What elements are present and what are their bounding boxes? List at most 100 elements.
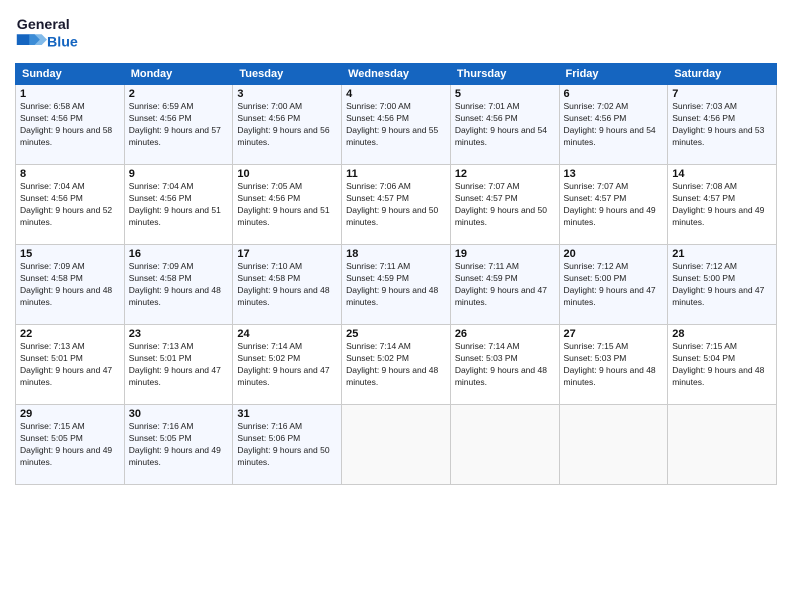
weekday-header-sunday: Sunday <box>16 64 125 85</box>
day-number: 22 <box>20 328 120 340</box>
week-row-3: 15 Sunrise: 7:09 AM Sunset: 4:58 PM Dayl… <box>16 245 777 325</box>
day-cell: 23 Sunrise: 7:13 AM Sunset: 5:01 PM Dayl… <box>124 325 233 405</box>
day-number: 11 <box>346 168 446 180</box>
weekday-header-thursday: Thursday <box>450 64 559 85</box>
week-row-1: 1 Sunrise: 6:58 AM Sunset: 4:56 PM Dayli… <box>16 85 777 165</box>
day-info: Sunrise: 7:08 AM Sunset: 4:57 PM Dayligh… <box>672 181 772 229</box>
day-info: Sunrise: 7:03 AM Sunset: 4:56 PM Dayligh… <box>672 101 772 149</box>
day-info: Sunrise: 7:09 AM Sunset: 4:58 PM Dayligh… <box>20 261 120 309</box>
day-info: Sunrise: 7:12 AM Sunset: 5:00 PM Dayligh… <box>564 261 664 309</box>
day-number: 5 <box>455 88 555 100</box>
week-row-2: 8 Sunrise: 7:04 AM Sunset: 4:56 PM Dayli… <box>16 165 777 245</box>
week-row-5: 29 Sunrise: 7:15 AM Sunset: 5:05 PM Dayl… <box>16 405 777 485</box>
day-number: 9 <box>129 168 229 180</box>
day-number: 14 <box>672 168 772 180</box>
day-cell: 2 Sunrise: 6:59 AM Sunset: 4:56 PM Dayli… <box>124 85 233 165</box>
day-info: Sunrise: 7:04 AM Sunset: 4:56 PM Dayligh… <box>129 181 229 229</box>
day-info: Sunrise: 7:11 AM Sunset: 4:59 PM Dayligh… <box>455 261 555 309</box>
day-number: 16 <box>129 248 229 260</box>
day-cell: 3 Sunrise: 7:00 AM Sunset: 4:56 PM Dayli… <box>233 85 342 165</box>
day-cell: 10 Sunrise: 7:05 AM Sunset: 4:56 PM Dayl… <box>233 165 342 245</box>
day-info: Sunrise: 7:14 AM Sunset: 5:02 PM Dayligh… <box>237 341 337 389</box>
day-cell: 20 Sunrise: 7:12 AM Sunset: 5:00 PM Dayl… <box>559 245 668 325</box>
day-number: 4 <box>346 88 446 100</box>
day-info: Sunrise: 7:14 AM Sunset: 5:03 PM Dayligh… <box>455 341 555 389</box>
day-cell: 14 Sunrise: 7:08 AM Sunset: 4:57 PM Dayl… <box>668 165 777 245</box>
day-info: Sunrise: 7:15 AM Sunset: 5:05 PM Dayligh… <box>20 421 120 469</box>
day-info: Sunrise: 7:16 AM Sunset: 5:06 PM Dayligh… <box>237 421 337 469</box>
day-info: Sunrise: 7:13 AM Sunset: 5:01 PM Dayligh… <box>129 341 229 389</box>
day-cell: 7 Sunrise: 7:03 AM Sunset: 4:56 PM Dayli… <box>668 85 777 165</box>
day-number: 30 <box>129 408 229 420</box>
day-number: 7 <box>672 88 772 100</box>
day-number: 31 <box>237 408 337 420</box>
day-info: Sunrise: 7:04 AM Sunset: 4:56 PM Dayligh… <box>20 181 120 229</box>
day-number: 28 <box>672 328 772 340</box>
day-number: 18 <box>346 248 446 260</box>
day-number: 8 <box>20 168 120 180</box>
calendar-table: SundayMondayTuesdayWednesdayThursdayFrid… <box>15 63 777 485</box>
weekday-header-wednesday: Wednesday <box>342 64 451 85</box>
day-info: Sunrise: 7:15 AM Sunset: 5:04 PM Dayligh… <box>672 341 772 389</box>
day-cell: 6 Sunrise: 7:02 AM Sunset: 4:56 PM Dayli… <box>559 85 668 165</box>
page: General Blue SundayMondayTuesdayWednesda… <box>0 0 792 612</box>
day-cell: 27 Sunrise: 7:15 AM Sunset: 5:03 PM Dayl… <box>559 325 668 405</box>
day-cell: 21 Sunrise: 7:12 AM Sunset: 5:00 PM Dayl… <box>668 245 777 325</box>
day-info: Sunrise: 7:13 AM Sunset: 5:01 PM Dayligh… <box>20 341 120 389</box>
day-cell <box>668 405 777 485</box>
day-cell: 13 Sunrise: 7:07 AM Sunset: 4:57 PM Dayl… <box>559 165 668 245</box>
logo-svg: General Blue <box>15 10 95 55</box>
day-number: 3 <box>237 88 337 100</box>
day-info: Sunrise: 6:58 AM Sunset: 4:56 PM Dayligh… <box>20 101 120 149</box>
day-info: Sunrise: 7:10 AM Sunset: 4:58 PM Dayligh… <box>237 261 337 309</box>
day-cell: 18 Sunrise: 7:11 AM Sunset: 4:59 PM Dayl… <box>342 245 451 325</box>
day-number: 15 <box>20 248 120 260</box>
day-cell: 30 Sunrise: 7:16 AM Sunset: 5:05 PM Dayl… <box>124 405 233 485</box>
day-number: 17 <box>237 248 337 260</box>
weekday-header-friday: Friday <box>559 64 668 85</box>
day-info: Sunrise: 7:00 AM Sunset: 4:56 PM Dayligh… <box>237 101 337 149</box>
week-row-4: 22 Sunrise: 7:13 AM Sunset: 5:01 PM Dayl… <box>16 325 777 405</box>
svg-text:General: General <box>17 17 70 33</box>
day-cell: 29 Sunrise: 7:15 AM Sunset: 5:05 PM Dayl… <box>16 405 125 485</box>
day-number: 12 <box>455 168 555 180</box>
day-cell: 16 Sunrise: 7:09 AM Sunset: 4:58 PM Dayl… <box>124 245 233 325</box>
day-cell: 25 Sunrise: 7:14 AM Sunset: 5:02 PM Dayl… <box>342 325 451 405</box>
day-number: 1 <box>20 88 120 100</box>
day-cell: 22 Sunrise: 7:13 AM Sunset: 5:01 PM Dayl… <box>16 325 125 405</box>
weekday-header-monday: Monday <box>124 64 233 85</box>
day-cell: 24 Sunrise: 7:14 AM Sunset: 5:02 PM Dayl… <box>233 325 342 405</box>
day-number: 24 <box>237 328 337 340</box>
day-cell: 17 Sunrise: 7:10 AM Sunset: 4:58 PM Dayl… <box>233 245 342 325</box>
day-info: Sunrise: 7:09 AM Sunset: 4:58 PM Dayligh… <box>129 261 229 309</box>
day-info: Sunrise: 7:16 AM Sunset: 5:05 PM Dayligh… <box>129 421 229 469</box>
day-number: 10 <box>237 168 337 180</box>
day-info: Sunrise: 7:01 AM Sunset: 4:56 PM Dayligh… <box>455 101 555 149</box>
day-cell <box>559 405 668 485</box>
day-cell: 31 Sunrise: 7:16 AM Sunset: 5:06 PM Dayl… <box>233 405 342 485</box>
day-number: 2 <box>129 88 229 100</box>
day-number: 29 <box>20 408 120 420</box>
day-info: Sunrise: 6:59 AM Sunset: 4:56 PM Dayligh… <box>129 101 229 149</box>
day-cell: 1 Sunrise: 6:58 AM Sunset: 4:56 PM Dayli… <box>16 85 125 165</box>
day-info: Sunrise: 7:05 AM Sunset: 4:56 PM Dayligh… <box>237 181 337 229</box>
day-info: Sunrise: 7:12 AM Sunset: 5:00 PM Dayligh… <box>672 261 772 309</box>
day-cell: 28 Sunrise: 7:15 AM Sunset: 5:04 PM Dayl… <box>668 325 777 405</box>
day-number: 27 <box>564 328 664 340</box>
day-cell: 12 Sunrise: 7:07 AM Sunset: 4:57 PM Dayl… <box>450 165 559 245</box>
svg-text:Blue: Blue <box>47 35 78 51</box>
day-cell: 19 Sunrise: 7:11 AM Sunset: 4:59 PM Dayl… <box>450 245 559 325</box>
weekday-header-row: SundayMondayTuesdayWednesdayThursdayFrid… <box>16 64 777 85</box>
day-cell: 5 Sunrise: 7:01 AM Sunset: 4:56 PM Dayli… <box>450 85 559 165</box>
day-number: 6 <box>564 88 664 100</box>
day-number: 21 <box>672 248 772 260</box>
day-info: Sunrise: 7:11 AM Sunset: 4:59 PM Dayligh… <box>346 261 446 309</box>
weekday-header-tuesday: Tuesday <box>233 64 342 85</box>
day-number: 23 <box>129 328 229 340</box>
day-cell: 15 Sunrise: 7:09 AM Sunset: 4:58 PM Dayl… <box>16 245 125 325</box>
day-info: Sunrise: 7:07 AM Sunset: 4:57 PM Dayligh… <box>455 181 555 229</box>
day-cell: 8 Sunrise: 7:04 AM Sunset: 4:56 PM Dayli… <box>16 165 125 245</box>
day-number: 20 <box>564 248 664 260</box>
day-info: Sunrise: 7:15 AM Sunset: 5:03 PM Dayligh… <box>564 341 664 389</box>
day-info: Sunrise: 7:07 AM Sunset: 4:57 PM Dayligh… <box>564 181 664 229</box>
